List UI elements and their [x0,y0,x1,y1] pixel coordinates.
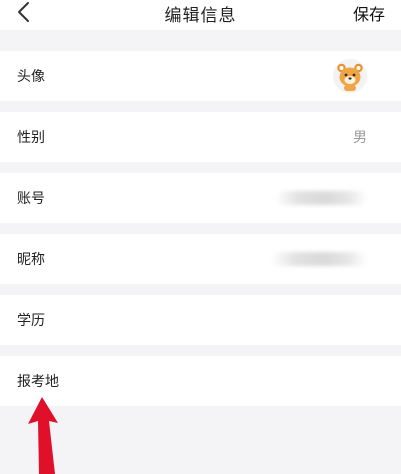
nickname-value-redacted [271,252,367,266]
gender-value: 男 [353,130,367,146]
row-avatar[interactable]: 头像 [0,51,401,101]
row-avatar-label: 头像 [17,69,45,85]
page-title: 编辑信息 [164,6,237,26]
edit-info-screen: 编辑信息 保存 头像 性别 男 账号 昵称 学历 报考地 [0,0,401,474]
row-account-label: 账号 [17,191,45,207]
row-exam-location-label: 报考地 [17,374,59,390]
row-education-label: 学历 [17,313,45,329]
row-account[interactable]: 账号 [0,173,401,223]
row-nickname-label: 昵称 [17,252,45,268]
row-gender-label: 性别 [17,130,45,146]
save-button[interactable]: 保存 [353,1,385,25]
red-arrow-annotation-icon [28,397,58,474]
row-nickname[interactable]: 昵称 [0,234,401,284]
row-education[interactable]: 学历 [0,295,401,345]
avatar[interactable] [333,59,367,93]
account-value-redacted [275,191,367,205]
row-gender[interactable]: 性别 男 [0,112,401,162]
bear-avatar-icon [333,59,367,93]
navigation-bar: 编辑信息 保存 [0,0,401,30]
